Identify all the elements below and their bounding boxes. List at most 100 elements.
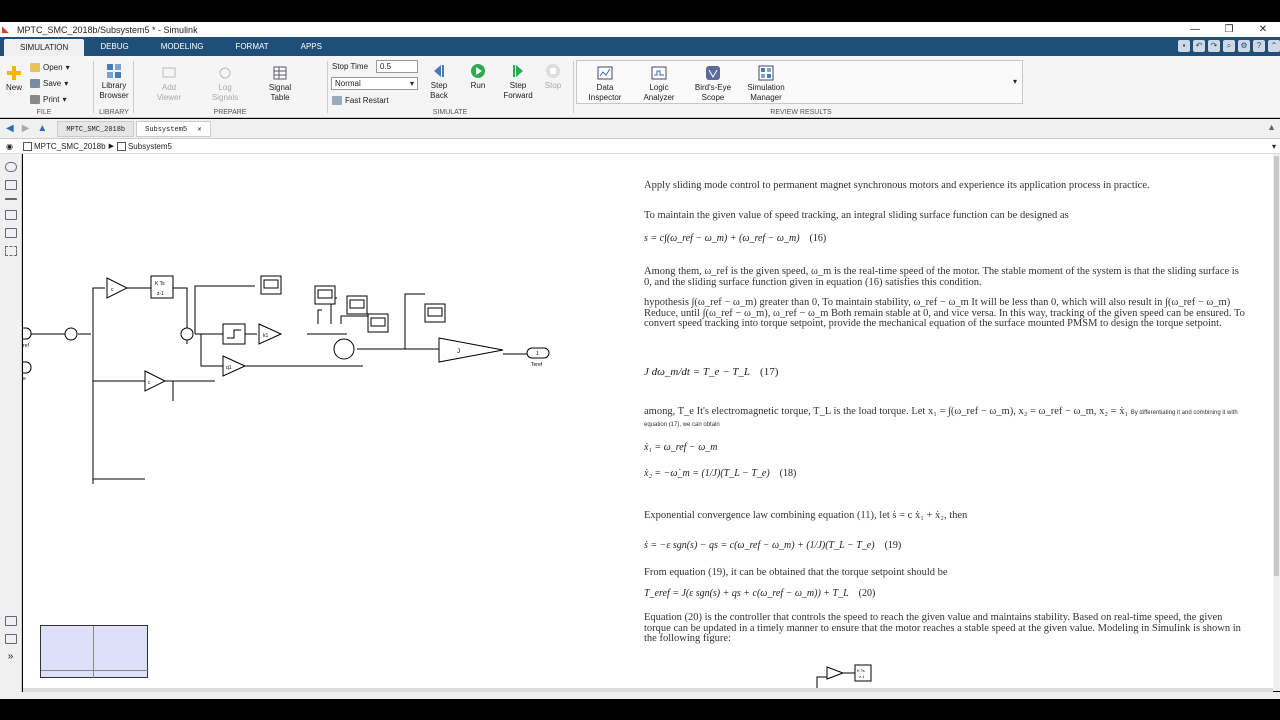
step-forward-button[interactable]: Step Forward <box>500 63 536 101</box>
gain-k1-label: k1 <box>263 333 269 339</box>
arrow-icon[interactable] <box>4 198 17 202</box>
hide-explorer-icon[interactable]: ◉ <box>6 142 13 151</box>
tab-modeling[interactable]: MODELING <box>145 37 220 56</box>
equation-17-text: J dω_m/dt = T_e − T_L <box>644 366 751 378</box>
close-tab-icon[interactable]: ✕ <box>197 126 201 134</box>
add-viewer-button[interactable]: Add Viewer <box>152 65 186 103</box>
sum-block-2[interactable] <box>180 327 194 341</box>
minimap-divider <box>41 670 148 671</box>
back-arrow-icon[interactable]: ◀ <box>6 123 14 134</box>
undo-icon[interactable]: ↶ <box>1193 40 1205 52</box>
breadcrumb: ◉ MPTC_SMC_2018b ▶ Subsystem5 ▾ <box>0 139 1280 154</box>
inport-feedback[interactable] <box>23 361 32 374</box>
fit-view-icon[interactable] <box>4 180 17 190</box>
scrollbar-thumb[interactable] <box>1274 156 1279 576</box>
paragraph-6: From equation (19), it can be obtained t… <box>644 567 948 578</box>
scroll-up-icon[interactable]: ▲ <box>1267 122 1276 132</box>
equation-20-text: T_eref = J(ε sgn(s) + qs + c(ω_ref − ω_m… <box>644 588 849 599</box>
tab-simulation[interactable]: SIMULATION <box>4 39 85 56</box>
title-bar: ◣ MPTC_SMC_2018b/Subsystem5 * - Simulink… <box>0 22 1280 37</box>
print-button[interactable]: Print ▾ <box>30 95 66 104</box>
save-label: Save <box>43 79 62 88</box>
data-inspector-button[interactable]: Data Inspector <box>585 65 625 103</box>
paragraph-4-text: among, T_e It's electromagnetic torque, … <box>644 406 1129 417</box>
log-signals-button[interactable]: Log Signals <box>208 65 242 103</box>
save-icon[interactable]: ▪ <box>1178 40 1190 52</box>
gain-j-block[interactable] <box>438 337 504 363</box>
open-button[interactable]: Open ▾ <box>30 63 70 72</box>
file-tab-subsystem[interactable]: Subsystem5 ✕ <box>136 120 211 137</box>
tab-format[interactable]: FORMAT <box>219 37 284 56</box>
zoom-icon[interactable] <box>4 162 17 172</box>
sum-block[interactable] <box>64 327 78 341</box>
save-button[interactable]: Save ▾ <box>30 79 68 88</box>
fast-restart-toggle[interactable]: Fast Restart <box>332 96 389 105</box>
library-browser-button[interactable]: Library Browser <box>98 63 130 101</box>
camera-icon[interactable] <box>4 616 17 626</box>
paragraph-5: Exponential convergence law combining eq… <box>644 510 968 521</box>
simulate-group: Stop Time 0.5 Normal ▾ Fast Restart Step … <box>328 59 572 118</box>
up-arrow-icon[interactable]: ▲ <box>37 123 47 134</box>
open-label: Open <box>43 63 63 72</box>
tab-debug[interactable]: DEBUG <box>84 37 144 56</box>
file-group: New Open ▾ Save ▾ Print ▾ FILE <box>0 59 88 118</box>
gallery-expand-icon[interactable]: ▾ <box>1013 77 1017 86</box>
fast-restart-icon <box>332 96 342 105</box>
logic-analyzer-label: Logic Analyzer <box>643 83 675 102</box>
birds-eye-scope-button[interactable]: Bird's-Eye Scope <box>693 65 733 103</box>
simulink-logo-icon: ◣ <box>2 23 9 34</box>
collapse-ribbon-icon[interactable]: ⌃ <box>1268 40 1280 52</box>
chevron-down-icon[interactable]: ▾ <box>1272 142 1276 151</box>
inport-ref[interactable] <box>23 327 32 340</box>
window-title: MPTC_SMC_2018b/Subsystem5 * - Simulink <box>17 24 198 35</box>
step-back-button[interactable]: Step Back <box>424 63 454 101</box>
stop-button[interactable]: Stop <box>540 63 566 91</box>
data-inspector-icon <box>597 66 613 80</box>
logic-analyzer-button[interactable]: Logic Analyzer <box>639 65 679 103</box>
simulation-manager-button[interactable]: Simulation Manager <box>743 65 789 103</box>
equation-20-number: (20) <box>858 588 876 599</box>
equation-18b-text: ẋ₂ = −ω̇_m = (1/J)(T_L − T_e) <box>644 468 770 479</box>
forward-arrow-icon[interactable]: ▶ <box>22 123 30 134</box>
sum-block-3[interactable] <box>333 338 355 360</box>
maximize-button[interactable]: ❐ <box>1212 22 1246 37</box>
simulate-group-label: SIMULATE <box>432 109 468 116</box>
breadcrumb-model[interactable]: MPTC_SMC_2018b <box>34 142 106 151</box>
new-label: New <box>5 83 22 92</box>
minimize-button[interactable]: — <box>1178 22 1212 37</box>
tab-apps[interactable]: APPS <box>285 37 338 56</box>
fast-restart-label: Fast Restart <box>345 96 389 105</box>
run-label: Run <box>470 81 486 90</box>
settings-icon[interactable]: ⚙ <box>1238 40 1250 52</box>
expand-icon[interactable]: » <box>5 652 17 662</box>
step-forward-label: Step Forward <box>503 81 533 100</box>
file-tab-model[interactable]: MPTC_SMC_2018b <box>57 120 135 137</box>
stop-time-input[interactable]: 0.5 <box>376 60 418 73</box>
equation-18-number: (18) <box>779 468 797 479</box>
run-button[interactable]: Run <box>464 63 492 91</box>
vertical-scrollbar[interactable] <box>1273 154 1280 691</box>
status-bar <box>0 692 1280 699</box>
annotation-icon[interactable] <box>4 210 17 220</box>
breadcrumb-subsystem[interactable]: Subsystem5 <box>128 142 172 151</box>
properties-icon[interactable] <box>4 634 17 644</box>
subsystem-icon <box>116 141 126 151</box>
image-icon[interactable] <box>4 228 17 238</box>
step-back-icon <box>434 65 444 77</box>
signal-table-button[interactable]: Signal Table <box>262 65 298 103</box>
help-icon[interactable]: ? <box>1253 40 1265 52</box>
step-forward-icon <box>513 65 523 77</box>
model-minimap[interactable] <box>40 625 148 678</box>
equation-16-text: s = c∫(ω_ref − ω_m) + (ω_ref − ω_m) <box>644 233 800 244</box>
new-button[interactable]: New <box>4 65 24 93</box>
area-icon[interactable] <box>4 246 17 256</box>
gain-c-top[interactable] <box>106 277 129 299</box>
close-button[interactable]: ✕ <box>1246 22 1280 37</box>
library-group-label: LIBRARY <box>99 109 129 116</box>
redo-icon[interactable]: ↷ <box>1208 40 1220 52</box>
save-icon <box>30 79 40 88</box>
paragraph-3a: Among them, ω_ref is the given speed, ω_… <box>644 266 1239 288</box>
log-signals-label: Log Signals <box>211 83 239 102</box>
search-icon[interactable]: ⌕ <box>1223 40 1235 52</box>
simulation-mode-select[interactable]: Normal ▾ <box>331 77 418 90</box>
